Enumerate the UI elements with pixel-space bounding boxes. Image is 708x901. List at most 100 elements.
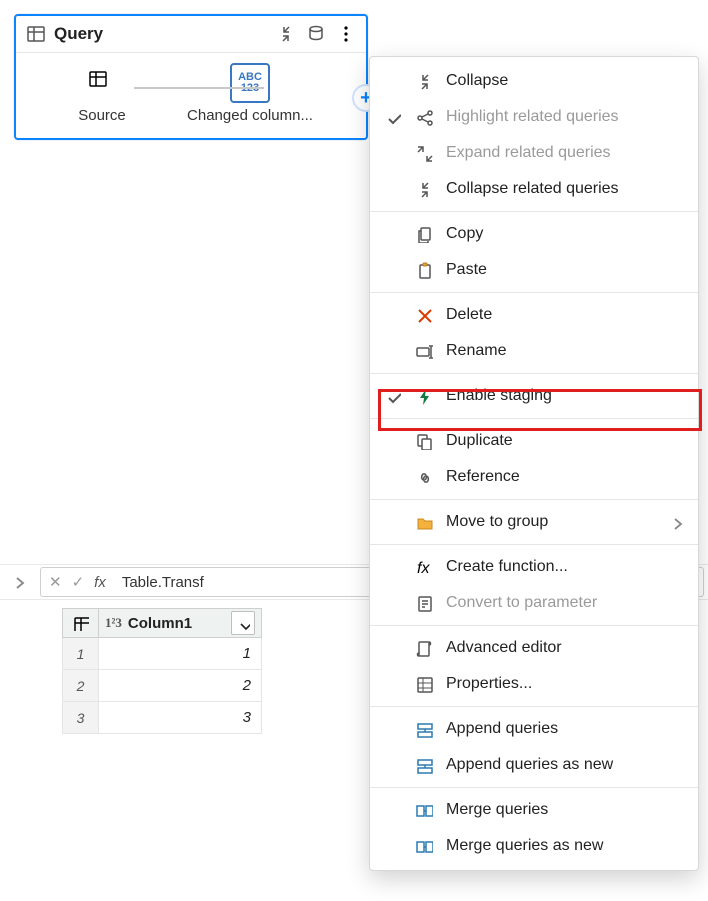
- menu-item-label: Properties...: [446, 675, 684, 693]
- delete-icon: [414, 306, 434, 324]
- folder-icon: [414, 513, 434, 531]
- menu-separator: [370, 211, 698, 212]
- step-label: Changed column...: [187, 107, 313, 124]
- menu-item-merge-queries-as-new[interactable]: Merge queries as new: [370, 828, 698, 864]
- menu-item-label: Highlight related queries: [446, 108, 684, 126]
- menu-item-label: Copy: [446, 225, 684, 243]
- append-new-icon: [414, 756, 434, 774]
- menu-item-expand-related-queries: Expand related queries: [370, 135, 698, 171]
- expand-icon: [414, 144, 434, 162]
- step-connector: [134, 87, 264, 89]
- check-icon: [384, 388, 402, 404]
- fx-label: fx: [94, 574, 106, 591]
- menu-item-move-to-group[interactable]: Move to group: [370, 504, 698, 540]
- menu-item-label: Merge queries: [446, 801, 684, 819]
- formula-text: Table.Transf: [122, 574, 204, 591]
- step-label: Source: [78, 107, 126, 124]
- datatype-icon: ABC 123: [230, 63, 270, 103]
- table-row[interactable]: 11: [62, 638, 262, 670]
- menu-separator: [370, 373, 698, 374]
- fx-icon: [414, 558, 434, 576]
- datasource-icon[interactable]: [306, 24, 326, 44]
- column-filter-button[interactable]: [231, 611, 255, 635]
- share-icon: [414, 108, 434, 126]
- menu-item-label: Rename: [446, 342, 684, 360]
- step-source[interactable]: Source: [28, 63, 176, 124]
- column-type-badge: 1²3: [105, 615, 122, 631]
- data-table: 1²3 Column1 112233: [62, 608, 262, 734]
- query-card-header: Query: [16, 16, 366, 53]
- menu-item-copy[interactable]: Copy: [370, 216, 698, 252]
- menu-item-label: Append queries: [446, 720, 684, 738]
- table-icon: [82, 63, 122, 103]
- menu-item-rename[interactable]: Rename: [370, 333, 698, 369]
- check-icon: [384, 109, 402, 125]
- menu-item-collapse-related-queries[interactable]: Collapse related queries: [370, 171, 698, 207]
- menu-item-label: Paste: [446, 261, 684, 279]
- column-name: Column1: [128, 615, 192, 632]
- query-steps: Source ABC 123 Changed column...: [16, 53, 366, 128]
- menu-item-label: Collapse: [446, 72, 684, 90]
- menu-item-advanced-editor[interactable]: Advanced editor: [370, 630, 698, 666]
- table-row[interactable]: 33: [62, 702, 262, 734]
- collapse-icon[interactable]: [276, 24, 296, 44]
- menu-separator: [370, 544, 698, 545]
- menu-item-reference[interactable]: Reference: [370, 459, 698, 495]
- menu-separator: [370, 292, 698, 293]
- step-changed-column-type[interactable]: ABC 123 Changed column...: [176, 63, 324, 124]
- cell-value[interactable]: 2: [99, 670, 261, 701]
- menu-item-append-queries[interactable]: Append queries: [370, 711, 698, 747]
- context-menu: Collapse Highlight related queries Expand …: [369, 56, 699, 871]
- cancel-formula-icon[interactable]: ✕: [49, 573, 62, 591]
- menu-item-collapse[interactable]: Collapse: [370, 63, 698, 99]
- merge-icon: [414, 801, 434, 819]
- collapse-icon: [414, 72, 434, 90]
- menu-item-duplicate[interactable]: Duplicate: [370, 423, 698, 459]
- row-number: 2: [63, 670, 99, 701]
- cell-value[interactable]: 1: [99, 638, 261, 669]
- column-header[interactable]: 1²3 Column1: [99, 609, 261, 637]
- menu-item-label: Expand related queries: [446, 144, 684, 162]
- menu-item-label: Collapse related queries: [446, 180, 684, 198]
- table-icon: [26, 24, 46, 44]
- query-card[interactable]: Query Source ABC 123 Changed column... +: [14, 14, 368, 140]
- menu-item-create-function[interactable]: Create function...: [370, 549, 698, 585]
- menu-item-label: Duplicate: [446, 432, 684, 450]
- menu-item-label: Advanced editor: [446, 639, 684, 657]
- menu-item-merge-queries[interactable]: Merge queries: [370, 792, 698, 828]
- row-number: 1: [63, 638, 99, 669]
- commit-formula-icon[interactable]: ✓: [72, 573, 85, 591]
- menu-separator: [370, 706, 698, 707]
- menu-separator: [370, 499, 698, 500]
- copy-icon: [414, 225, 434, 243]
- expand-steps-icon[interactable]: [4, 573, 34, 591]
- menu-item-append-queries-as-new[interactable]: Append queries as new: [370, 747, 698, 783]
- menu-item-label: Convert to parameter: [446, 594, 684, 612]
- menu-item-label: Merge queries as new: [446, 837, 684, 855]
- menu-separator: [370, 418, 698, 419]
- row-number: 3: [63, 702, 99, 733]
- menu-item-convert-to-parameter: Convert to parameter: [370, 585, 698, 621]
- cell-value[interactable]: 3: [99, 702, 261, 733]
- duplicate-icon: [414, 432, 434, 450]
- menu-item-label: Move to group: [446, 513, 656, 531]
- menu-item-label: Enable staging: [446, 387, 684, 405]
- param-icon: [414, 594, 434, 612]
- table-row[interactable]: 22: [62, 670, 262, 702]
- menu-item-properties[interactable]: Properties...: [370, 666, 698, 702]
- link-icon: [414, 468, 434, 486]
- more-icon[interactable]: [336, 24, 356, 44]
- menu-item-delete[interactable]: Delete: [370, 297, 698, 333]
- query-title: Query: [54, 24, 268, 44]
- grid-icon: [414, 675, 434, 693]
- table-corner-icon[interactable]: [63, 609, 99, 637]
- menu-item-enable-staging[interactable]: Enable staging: [370, 378, 698, 414]
- menu-item-label: Delete: [446, 306, 684, 324]
- menu-separator: [370, 625, 698, 626]
- table-header-row: 1²3 Column1: [62, 608, 262, 638]
- menu-item-label: Append queries as new: [446, 756, 684, 774]
- rename-icon: [414, 342, 434, 360]
- submenu-chevron-icon: [668, 514, 684, 530]
- menu-item-paste[interactable]: Paste: [370, 252, 698, 288]
- menu-item-label: Reference: [446, 468, 684, 486]
